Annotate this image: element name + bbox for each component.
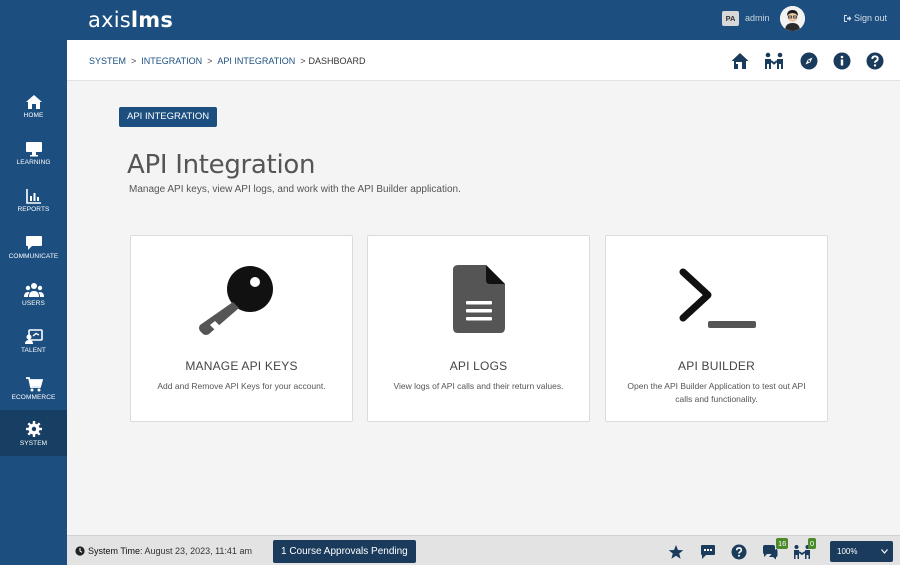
avatar[interactable] [780, 6, 805, 31]
system-time: System Time: August 23, 2023, 11:41 am [75, 546, 252, 556]
sidebar-item-label: HOME [23, 112, 44, 119]
user-initials-badge[interactable]: PA [722, 11, 739, 26]
sign-out-label: Sign out [854, 13, 888, 23]
sidebar-item-reports[interactable]: REPORTS [0, 182, 67, 228]
sidebar-item-label: USERS [22, 300, 45, 307]
chat-count-badge: 16 [776, 538, 789, 549]
card-icon-wrap [606, 264, 827, 336]
card-icon-wrap [368, 264, 589, 336]
sidebar-item-communicate[interactable]: COMMUNICATE [0, 229, 67, 275]
breadcrumb-bar: SYSTEM > INTEGRATION > API INTEGRATION > DASHB… [67, 40, 900, 81]
help-icon[interactable] [866, 52, 884, 70]
sidebar-item-label: LEARNING [16, 159, 51, 166]
sidebar-item-users[interactable]: USERS [0, 276, 67, 322]
sign-out-link[interactable]: Sign out [843, 13, 887, 23]
card-icon-wrap [131, 264, 352, 336]
cart-icon [25, 377, 43, 392]
house-icon[interactable] [731, 52, 749, 70]
handshake-count-badge: 0 [808, 538, 817, 549]
card-title: MANAGE API KEYS [185, 359, 298, 373]
app-logo[interactable]: axislms [88, 8, 173, 32]
message-icon[interactable] [700, 544, 716, 560]
logo-suffix: lms [130, 8, 174, 32]
sidebar-item-label: TALENT [20, 347, 47, 354]
info-icon[interactable] [833, 52, 851, 70]
api-builder-card[interactable]: API BUILDER Open the API Builder Applica… [605, 235, 828, 422]
breadcrumb-separator: > [207, 56, 213, 66]
breadcrumb-item-dashboard: DASHBOARD [308, 56, 366, 66]
zoom-select[interactable]: 100% [830, 541, 893, 562]
top-header [67, 0, 900, 40]
breadcrumb: SYSTEM > INTEGRATION > API INTEGRATION > DASHB… [89, 56, 366, 66]
card-description: View logs of API calls and their return … [393, 381, 564, 391]
home-icon [25, 95, 42, 109]
user-name[interactable]: admin [745, 13, 770, 23]
card-title: API BUILDER [678, 359, 755, 373]
sidebar: HOME LEARNING REPORTS COMMUNICATE USERS … [0, 0, 67, 565]
section-tag: API INTEGRATION [119, 107, 218, 127]
bar-chart-icon [25, 189, 41, 204]
sidebar-item-system[interactable]: SYSTEM [0, 410, 67, 456]
sidebar-item-label: COMMUNICATE [8, 253, 59, 260]
compass-icon[interactable] [800, 52, 818, 70]
breadcrumb-separator: > [131, 56, 137, 66]
sidebar-item-label: ECOMMERCE [11, 394, 56, 401]
page-subtitle: Manage API keys, view API logs, and work… [129, 184, 461, 195]
talent-icon [24, 329, 43, 344]
users-icon [23, 283, 44, 297]
card-description: Open the API Builder Application to test… [627, 381, 806, 404]
api-logs-card[interactable]: API LOGS View logs of API calls and thei… [367, 235, 590, 422]
breadcrumb-item-integration[interactable]: INTEGRATION [141, 56, 202, 66]
logo-prefix: axis [88, 8, 131, 32]
document-icon [452, 265, 505, 333]
breadcrumb-item-system[interactable]: SYSTEM [89, 56, 126, 66]
breadcrumb-item-api-integration[interactable]: API INTEGRATION [217, 56, 295, 66]
key-icon [199, 266, 273, 335]
sidebar-item-label: REPORTS [17, 206, 50, 213]
chevron-down-icon [881, 549, 888, 554]
sidebar-item-home[interactable]: HOME [0, 88, 67, 134]
page-title: API Integration [127, 150, 316, 180]
system-time-value: August 23, 2023, 11:41 am [144, 546, 252, 556]
manage-api-keys-card[interactable]: MANAGE API KEYS Add and Remove API Keys … [130, 235, 353, 422]
handshake-icon[interactable] [764, 52, 784, 70]
approvals-pending-button[interactable]: 1 Course Approvals Pending [273, 540, 416, 563]
help-circle-icon[interactable] [731, 544, 747, 560]
gear-icon [25, 421, 42, 437]
sidebar-item-learning[interactable]: LEARNING [0, 135, 67, 181]
terminal-icon [679, 268, 756, 328]
breadcrumb-separator: > [300, 56, 306, 66]
sidebar-item-talent[interactable]: TALENT [0, 323, 67, 369]
footer-bar: System Time: August 23, 2023, 11:41 am 1… [67, 535, 900, 565]
sidebar-item-label: SYSTEM [19, 440, 48, 447]
clock-icon [75, 546, 85, 556]
monitor-icon [25, 142, 42, 157]
avatar-image [780, 6, 805, 31]
zoom-value: 100% [837, 547, 858, 556]
chat-bubble-icon [25, 236, 42, 250]
sign-out-icon [844, 15, 852, 22]
system-time-label: System Time: [88, 546, 143, 556]
star-icon[interactable] [668, 544, 684, 560]
card-title: API LOGS [449, 359, 508, 373]
card-description: Add and Remove API Keys for your account… [157, 381, 326, 391]
